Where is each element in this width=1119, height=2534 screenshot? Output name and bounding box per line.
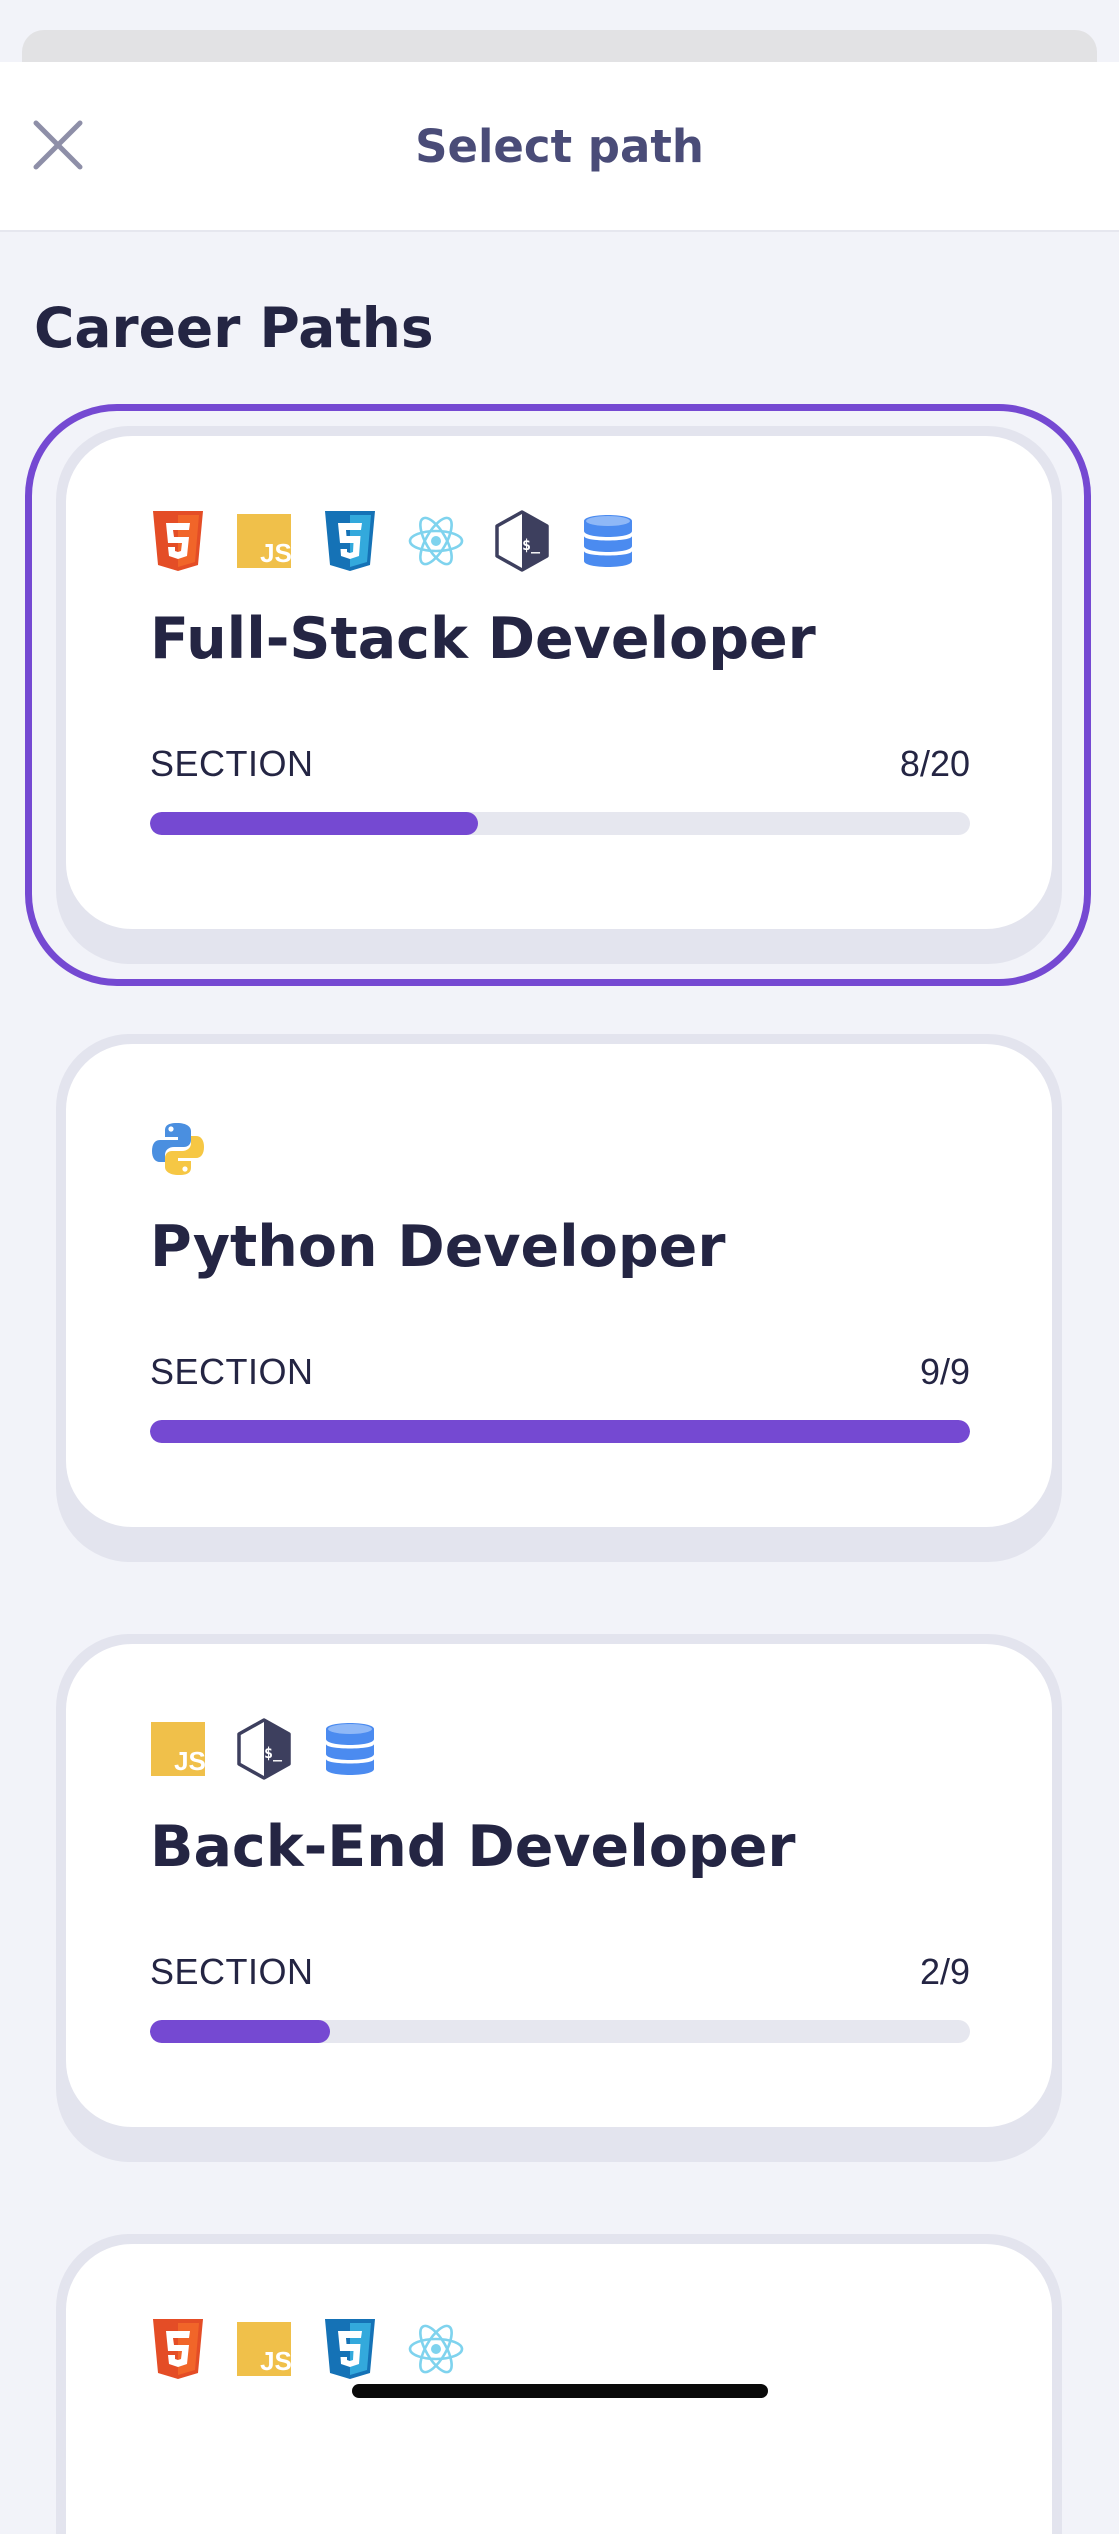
home-indicator (352, 2384, 768, 2398)
react-icon (408, 509, 464, 573)
tech-icons: JS (150, 2317, 464, 2381)
path-card-body: Python Developer SECTION 9/9 (66, 1044, 1052, 1527)
path-title: Python Developer (150, 1214, 726, 1280)
tech-icons: JS $_ (150, 509, 636, 573)
tech-icons: JS $_ (150, 1717, 378, 1781)
database-icon (580, 509, 636, 573)
terminal-icon: $_ (494, 509, 550, 573)
progress-bar (150, 2020, 970, 2043)
path-card-body: JS $_ Back-End Developer SECTION 2/9 (66, 1644, 1052, 2127)
section-label: SECTION (150, 1351, 314, 1392)
progress-bar (150, 1420, 970, 1443)
javascript-icon: JS (150, 1717, 206, 1781)
html5-icon (150, 509, 206, 573)
svg-text:JS: JS (174, 1746, 206, 1776)
path-title: Back-End Developer (150, 1814, 796, 1880)
database-icon (322, 1717, 378, 1781)
javascript-icon: JS (236, 509, 292, 573)
path-card-body: JS $_ Full-Stack Developer SECTION 8/20 (66, 436, 1052, 929)
path-card[interactable]: JS $_ Full-Stack Developer SECTION 8/20 (56, 426, 1062, 964)
progress-fill (150, 2020, 331, 2043)
css3-icon (322, 509, 378, 573)
python-icon (150, 1117, 206, 1181)
svg-text:$_: $_ (522, 536, 541, 554)
path-card[interactable]: JS $_ Back-End Developer SECTION 2/9 (56, 1634, 1062, 2162)
page-title: Select path (415, 120, 704, 173)
path-card[interactable]: Python Developer SECTION 9/9 (56, 1034, 1062, 1562)
progress-bar (150, 812, 970, 835)
section-count: 2/9 (919, 1951, 970, 1992)
progress-fill (150, 1420, 970, 1443)
tech-icons (150, 1117, 206, 1181)
terminal-icon: $_ (236, 1717, 292, 1781)
javascript-icon: JS (236, 2317, 292, 2381)
svg-text:JS: JS (260, 2346, 292, 2376)
section-title: Career Paths (34, 296, 434, 360)
html5-icon (150, 2317, 206, 2381)
progress-fill (150, 812, 478, 835)
svg-text:$_: $_ (264, 1744, 283, 1762)
path-title: Full-Stack Developer (150, 606, 816, 672)
section-count: 8/20 (899, 743, 970, 784)
section-count: 9/9 (919, 1351, 970, 1392)
css3-icon (322, 2317, 378, 2381)
svg-text:JS: JS (260, 538, 292, 568)
react-icon (408, 2317, 464, 2381)
section-label: SECTION (150, 743, 314, 784)
section-label: SECTION (150, 1951, 314, 1992)
